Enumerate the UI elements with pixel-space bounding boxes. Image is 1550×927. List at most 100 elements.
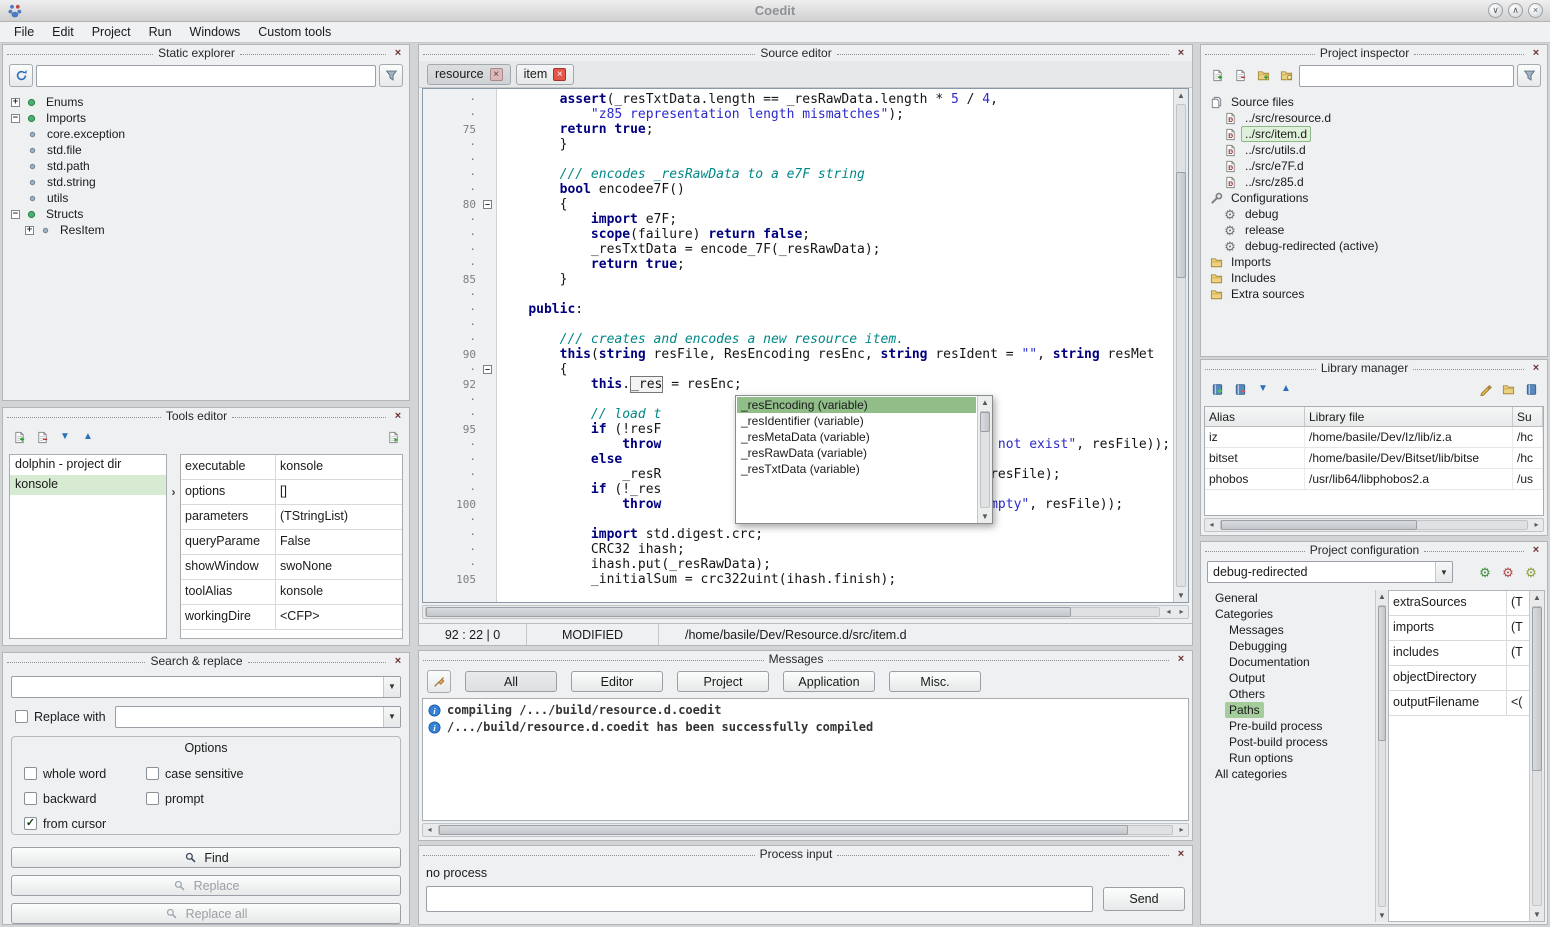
scroll-up-icon[interactable]: ▲ xyxy=(1376,590,1388,603)
close-panel-icon[interactable]: × xyxy=(1529,544,1543,557)
close-panel-icon[interactable]: × xyxy=(1174,653,1188,666)
config-property-row[interactable]: outputFilename<( xyxy=(1389,691,1529,716)
gutter-line[interactable]: 95 xyxy=(423,422,496,437)
project-tree-item[interactable]: Includes xyxy=(1205,270,1543,286)
categories-vertical-scrollbar[interactable]: ▲ ▼ xyxy=(1375,590,1388,922)
code-line[interactable]: this(string resFile, ResEncoding resEnc,… xyxy=(497,347,1173,362)
symbol-tree-item[interactable]: −Imports xyxy=(7,110,405,126)
menu-run[interactable]: Run xyxy=(141,24,180,40)
column-header[interactable]: Alias xyxy=(1205,407,1305,426)
menu-file[interactable]: File xyxy=(6,24,42,40)
category-item[interactable]: Run options xyxy=(1207,750,1375,766)
scroll-up-icon[interactable]: ▲ xyxy=(978,396,992,409)
page-plus-button[interactable] xyxy=(1207,66,1227,86)
editor-vertical-scrollbar[interactable]: ▲ ▼ xyxy=(1173,89,1188,602)
close-panel-icon[interactable]: × xyxy=(1174,47,1188,60)
gutter-line[interactable]: · xyxy=(423,512,496,527)
code-line[interactable]: ihash.put(_resRawData); xyxy=(497,557,1173,572)
configuration-combobox[interactable]: debug-redirected ▼ xyxy=(1207,561,1453,583)
replace-term-combobox[interactable]: ▼ xyxy=(115,706,401,728)
code-line[interactable]: } xyxy=(497,137,1173,152)
chevron-down-icon[interactable]: ▼ xyxy=(383,707,400,727)
config-property-row[interactable]: objectDirectory xyxy=(1389,666,1529,691)
process-input-field[interactable] xyxy=(426,886,1093,912)
code-line[interactable]: import e7F; xyxy=(497,212,1173,227)
gutter-line[interactable]: · xyxy=(423,107,496,122)
code-line[interactable]: CRC32 ihash; xyxy=(497,542,1173,557)
config-property-row[interactable]: extraSources(T xyxy=(1389,591,1529,616)
gutter-line[interactable]: · xyxy=(423,227,496,242)
close-panel-icon[interactable]: × xyxy=(1529,362,1543,375)
editor-tab-resource[interactable]: resource× xyxy=(427,64,511,85)
expand-icon[interactable]: + xyxy=(25,226,34,235)
project-tree-item[interactable]: D../src/utils.d xyxy=(1205,142,1543,158)
scrollbar-thumb[interactable] xyxy=(1176,172,1186,278)
gutter-line[interactable]: · xyxy=(423,542,496,557)
gutter-line[interactable]: · xyxy=(423,317,496,332)
scrollbar-thumb[interactable] xyxy=(439,825,1128,835)
project-tree-item[interactable]: Imports xyxy=(1205,254,1543,270)
menu-project[interactable]: Project xyxy=(84,24,139,40)
gutter-line[interactable]: · xyxy=(423,182,496,197)
close-button[interactable]: × xyxy=(1528,3,1543,18)
message-entry[interactable]: icompiling /.../build/resource.d.coedit xyxy=(427,702,1184,719)
close-panel-icon[interactable]: × xyxy=(1174,848,1188,861)
page-plus-button[interactable] xyxy=(9,427,29,447)
code-line[interactable] xyxy=(497,287,1173,302)
category-item[interactable]: Messages xyxy=(1207,622,1375,638)
scroll-down-icon[interactable]: ▼ xyxy=(978,510,992,523)
category-item[interactable]: Documentation xyxy=(1207,654,1375,670)
category-item[interactable]: General xyxy=(1207,590,1375,606)
project-tree-item[interactable]: ⚙debug xyxy=(1205,206,1543,222)
editor-horizontal-scrollbar[interactable]: ◂ ▸ xyxy=(422,605,1189,619)
library-row[interactable]: iz/home/basile/Dev/Iz/lib/iz.a/hc xyxy=(1205,427,1543,448)
symbol-tree-item[interactable]: std.string xyxy=(7,174,405,190)
code-line[interactable]: bool encodee7F() xyxy=(497,182,1173,197)
gutter-line[interactable]: · xyxy=(423,92,496,107)
completion-item[interactable]: _resEncoding (variable) xyxy=(737,397,976,413)
book-minus-button[interactable] xyxy=(1230,379,1250,399)
find-button[interactable]: Find xyxy=(11,847,401,868)
category-item[interactable]: Others xyxy=(1207,686,1375,702)
code-line[interactable]: this._res = resEnc; xyxy=(497,377,1173,392)
option-whole-word[interactable]: whole word xyxy=(24,767,146,781)
project-tree-item[interactable]: D../src/e7F.d xyxy=(1205,158,1543,174)
gutter-line[interactable]: · xyxy=(423,467,496,482)
project-tree-item[interactable]: D../src/z85.d xyxy=(1205,174,1543,190)
completion-item[interactable]: _resTxtData (variable) xyxy=(737,461,976,477)
gear-add-button[interactable]: ⚙ xyxy=(1521,562,1541,582)
code-area[interactable]: _resEncoding (variable)_resIdentifier (v… xyxy=(497,89,1173,602)
project-tree-item[interactable]: ⚙release xyxy=(1205,222,1543,238)
filter-button[interactable] xyxy=(1517,64,1541,87)
messages-horizontal-scrollbar[interactable]: ◂ ▸ xyxy=(422,823,1189,837)
gutter-line[interactable]: 100 xyxy=(423,497,496,512)
code-line[interactable]: /// encodes _resRawData to a e7F string xyxy=(497,167,1173,182)
code-line[interactable]: { xyxy=(497,197,1173,212)
gutter-line[interactable]: · xyxy=(423,392,496,407)
scroll-left-icon[interactable]: ◂ xyxy=(1205,519,1218,531)
filter-all-button[interactable]: All xyxy=(465,671,557,692)
fold-collapse-icon[interactable]: − xyxy=(483,200,492,209)
gutter-line[interactable]: · xyxy=(423,257,496,272)
library-row[interactable]: bitset/home/basile/Dev/Bitset/lib/bitse/… xyxy=(1205,448,1543,469)
filter-editor-button[interactable]: Editor xyxy=(571,671,663,692)
code-line[interactable]: } xyxy=(497,272,1173,287)
scrollbar-thumb[interactable] xyxy=(1221,520,1417,530)
code-line[interactable]: public: xyxy=(497,302,1173,317)
book-plus-button[interactable] xyxy=(1207,379,1227,399)
symbol-tree-item[interactable]: std.file xyxy=(7,142,405,158)
column-header[interactable]: Su xyxy=(1513,407,1543,426)
config-property-row[interactable]: includes(T xyxy=(1389,641,1529,666)
scroll-left-icon[interactable]: ◂ xyxy=(1162,606,1175,618)
replace-with-checkbox[interactable] xyxy=(15,710,28,723)
library-horizontal-scrollbar[interactable]: ◂ ▸ xyxy=(1204,518,1544,532)
gutter-line[interactable]: · xyxy=(423,557,496,572)
property-row[interactable]: toolAliaskonsole xyxy=(181,580,402,605)
message-entry[interactable]: i/.../build/resource.d.coedit has been s… xyxy=(427,719,1184,736)
scroll-down-icon[interactable]: ▼ xyxy=(1376,909,1388,922)
category-item[interactable]: Paths xyxy=(1207,702,1375,718)
symbol-tree-item[interactable]: −Structs xyxy=(7,206,405,222)
category-item[interactable]: Pre-build process xyxy=(1207,718,1375,734)
filter-misc-button[interactable]: Misc. xyxy=(889,671,981,692)
option-backward[interactable]: backward xyxy=(24,792,146,806)
